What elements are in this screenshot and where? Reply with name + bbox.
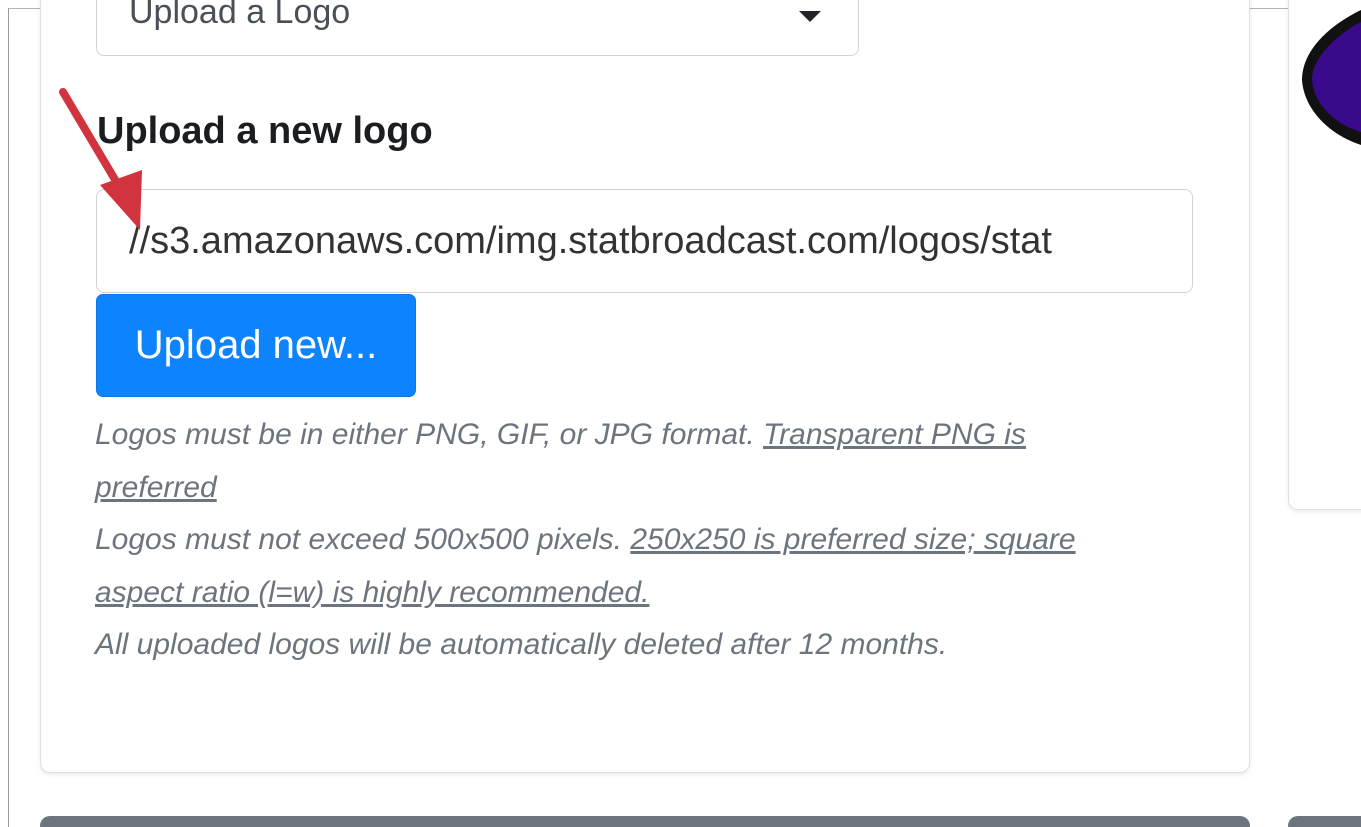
logo-url-value: //s3.amazonaws.com/img.statbroadcast.com…	[129, 220, 1052, 262]
help-size-emphasis: 250x250 is preferred size; square	[630, 523, 1076, 556]
logo-url-field[interactable]: //s3.amazonaws.com/img.statbroadcast.com…	[96, 189, 1193, 293]
next-card-header	[40, 816, 1250, 827]
help-format-line: Logos must be in either PNG, GIF, or JPG…	[95, 418, 1026, 452]
caret-down-icon	[799, 11, 821, 22]
help-format-text: Logos must be in either PNG, GIF, or JPG…	[95, 418, 764, 451]
upload-section-heading: Upload a new logo	[97, 110, 433, 152]
help-retention-line: All uploaded logos will be automatically…	[95, 628, 948, 661]
help-size-line-cont: aspect ratio (l=w) is highly recommended…	[95, 576, 649, 610]
logo-source-select-value: Upload a Logo	[129, 0, 351, 31]
team-logo-preview	[1302, 10, 1361, 145]
side-card-header	[1288, 816, 1361, 827]
help-size-text: Logos must not exceed 500x500 pixels.	[95, 523, 631, 556]
help-format-emphasis-cont: preferred	[95, 471, 217, 504]
help-format-emphasis: Transparent PNG is	[763, 418, 1026, 451]
help-size-emphasis-cont: aspect ratio (l=w) is highly recommended…	[95, 576, 650, 609]
logo-source-select[interactable]: Upload a Logo	[96, 0, 859, 56]
upload-new-button[interactable]: Upload new...	[96, 294, 416, 397]
help-format-line-cont: preferred	[95, 471, 217, 505]
help-size-line: Logos must not exceed 500x500 pixels. 25…	[95, 523, 1076, 557]
